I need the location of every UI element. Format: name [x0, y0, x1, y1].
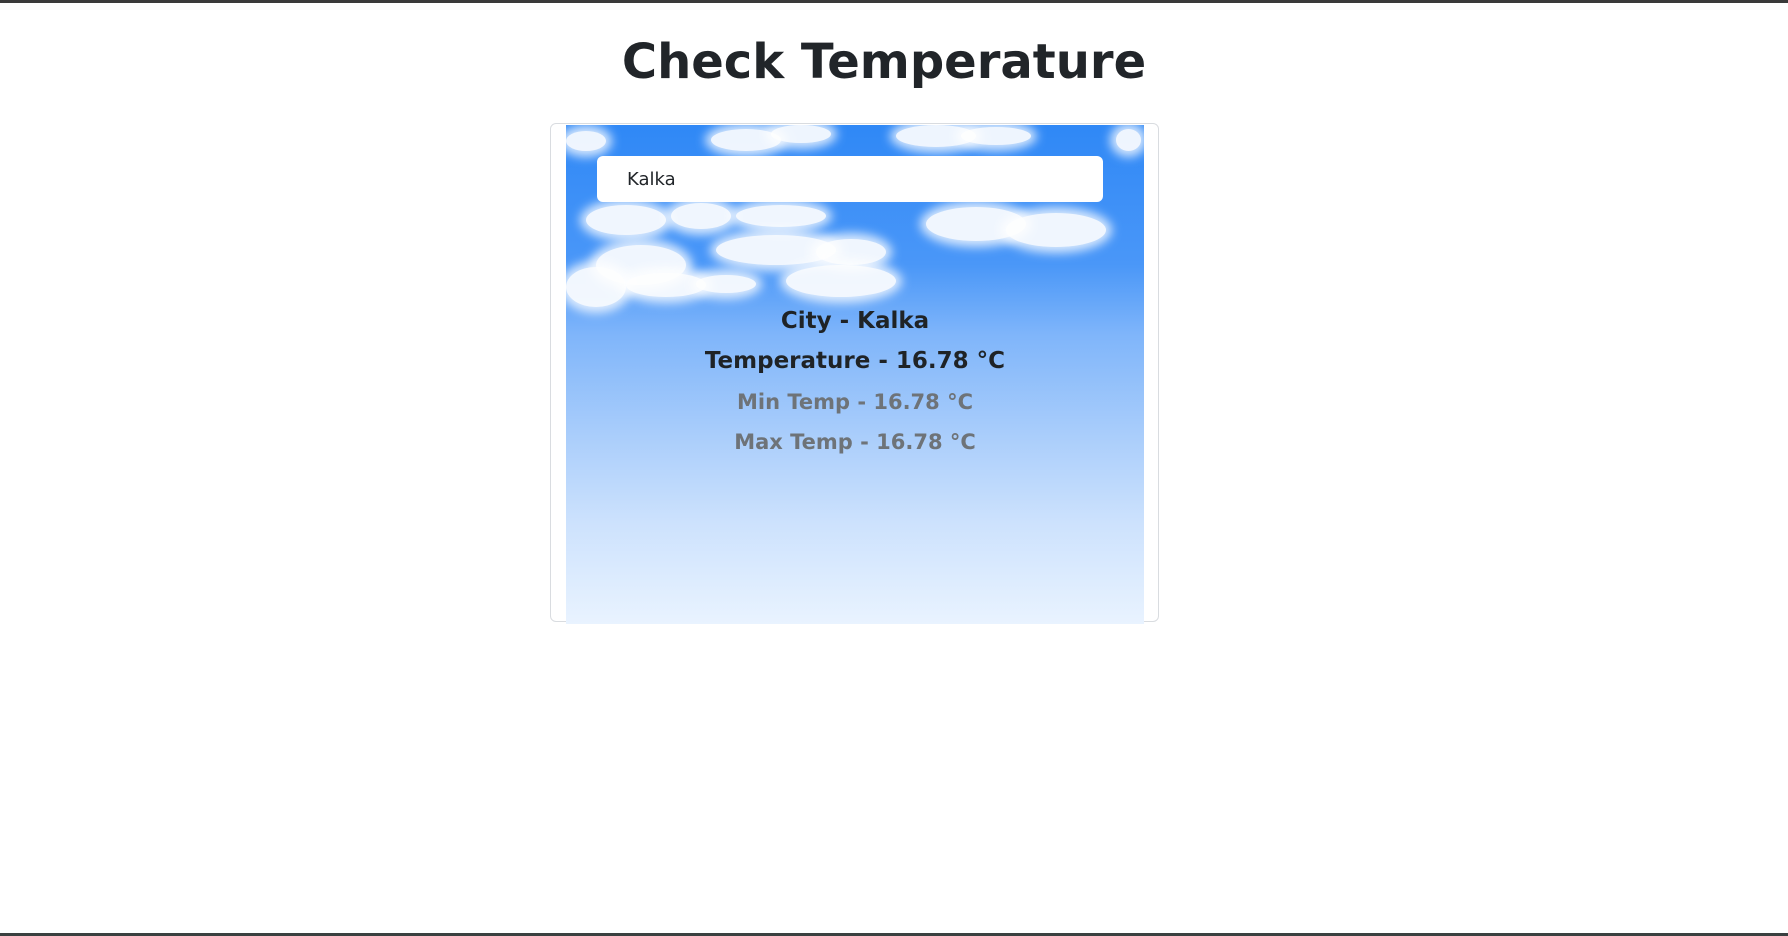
page-title: Check Temperature — [621, 34, 1147, 90]
cloud — [671, 203, 731, 229]
cloud — [696, 275, 756, 293]
cloud — [786, 265, 896, 297]
city-label: City - Kalka — [780, 308, 930, 334]
cloud — [736, 205, 826, 227]
city-search-input[interactable] — [597, 156, 1103, 202]
max-temp-label: Max Temp - 16.78 °C — [734, 430, 976, 454]
temperature-label: Temperature - 16.78 °C — [704, 348, 1006, 374]
cloud — [566, 267, 626, 307]
cloud — [961, 127, 1031, 145]
cloud — [1006, 213, 1106, 247]
cloud — [1116, 129, 1141, 151]
cloud — [586, 205, 666, 235]
cloud — [626, 273, 706, 297]
top-border — [0, 0, 1788, 3]
cloud — [816, 239, 886, 265]
cloud — [771, 125, 831, 143]
sky-background — [566, 125, 1144, 624]
min-temp-label: Min Temp - 16.78 °C — [736, 390, 974, 414]
cloud — [566, 131, 606, 151]
